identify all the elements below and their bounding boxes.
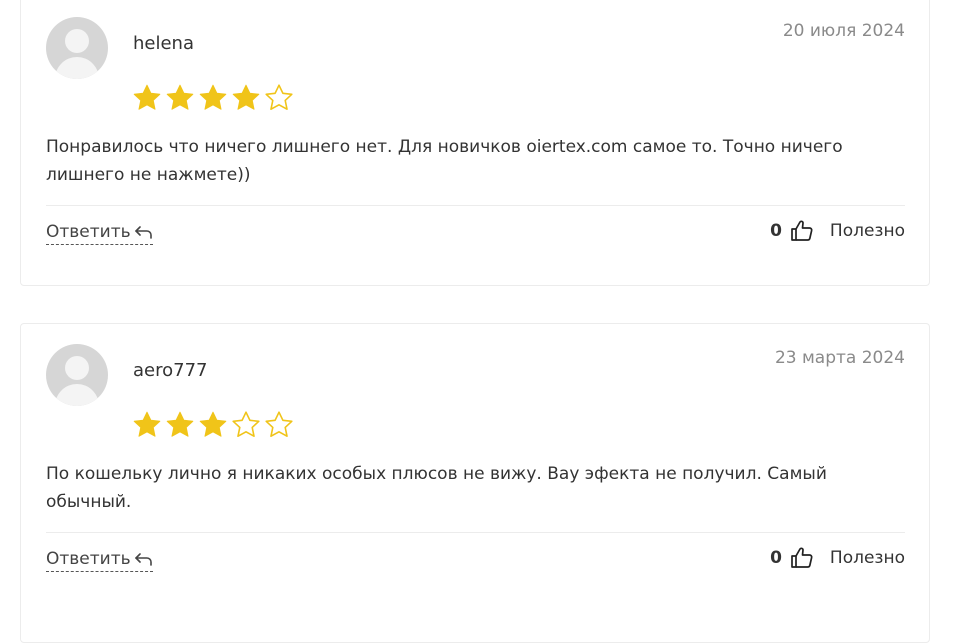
star-filled-icon bbox=[199, 84, 227, 110]
helpful-button[interactable]: Полезно bbox=[830, 221, 905, 241]
star-rating bbox=[132, 410, 294, 440]
star-filled-icon bbox=[166, 411, 194, 437]
reply-arrow-icon bbox=[134, 553, 152, 566]
review-card: aero777 23 марта 2024 По кошельку лично … bbox=[20, 323, 930, 643]
reply-button[interactable]: Ответить bbox=[46, 222, 153, 245]
helpful-widget: 0 Полезно bbox=[770, 546, 905, 570]
avatar bbox=[46, 344, 108, 406]
review-text: По кошельку лично я никаких особых плюсо… bbox=[46, 464, 827, 512]
avatar-head bbox=[65, 29, 89, 53]
helpful-count: 0 bbox=[770, 548, 782, 568]
divider bbox=[46, 205, 905, 206]
avatar bbox=[46, 17, 108, 79]
star-filled-icon bbox=[166, 84, 194, 110]
star-filled-icon bbox=[199, 411, 227, 437]
star-empty-icon bbox=[265, 84, 293, 110]
review-date: 20 июля 2024 bbox=[782, 21, 905, 41]
avatar-body bbox=[55, 384, 99, 406]
helpful-count: 0 bbox=[770, 221, 782, 241]
star-filled-icon bbox=[133, 84, 161, 110]
star-empty-icon bbox=[265, 411, 293, 437]
helpful-widget: 0 Полезно bbox=[770, 219, 905, 243]
avatar-body bbox=[55, 57, 99, 79]
review-card: helena 20 июля 2024 Понравилось что ниче… bbox=[20, 0, 930, 286]
star-filled-icon bbox=[133, 411, 161, 437]
avatar-head bbox=[65, 356, 89, 380]
star-empty-icon bbox=[232, 411, 260, 437]
reply-label: Ответить bbox=[46, 549, 131, 569]
star-filled-icon bbox=[232, 84, 260, 110]
review-author: aero777 bbox=[133, 360, 208, 381]
review-text: Понравилось что ничего лишнего нет. Для … bbox=[46, 137, 843, 185]
review-author: helena bbox=[133, 33, 194, 54]
reply-label: Ответить bbox=[46, 222, 131, 242]
divider bbox=[46, 532, 905, 533]
star-rating bbox=[132, 83, 294, 113]
reply-button[interactable]: Ответить bbox=[46, 549, 153, 572]
helpful-button[interactable]: Полезно bbox=[830, 548, 905, 568]
thumbs-up-icon[interactable] bbox=[790, 219, 814, 243]
thumbs-up-icon[interactable] bbox=[790, 546, 814, 570]
review-date: 23 марта 2024 bbox=[774, 348, 905, 368]
reply-arrow-icon bbox=[134, 226, 152, 239]
